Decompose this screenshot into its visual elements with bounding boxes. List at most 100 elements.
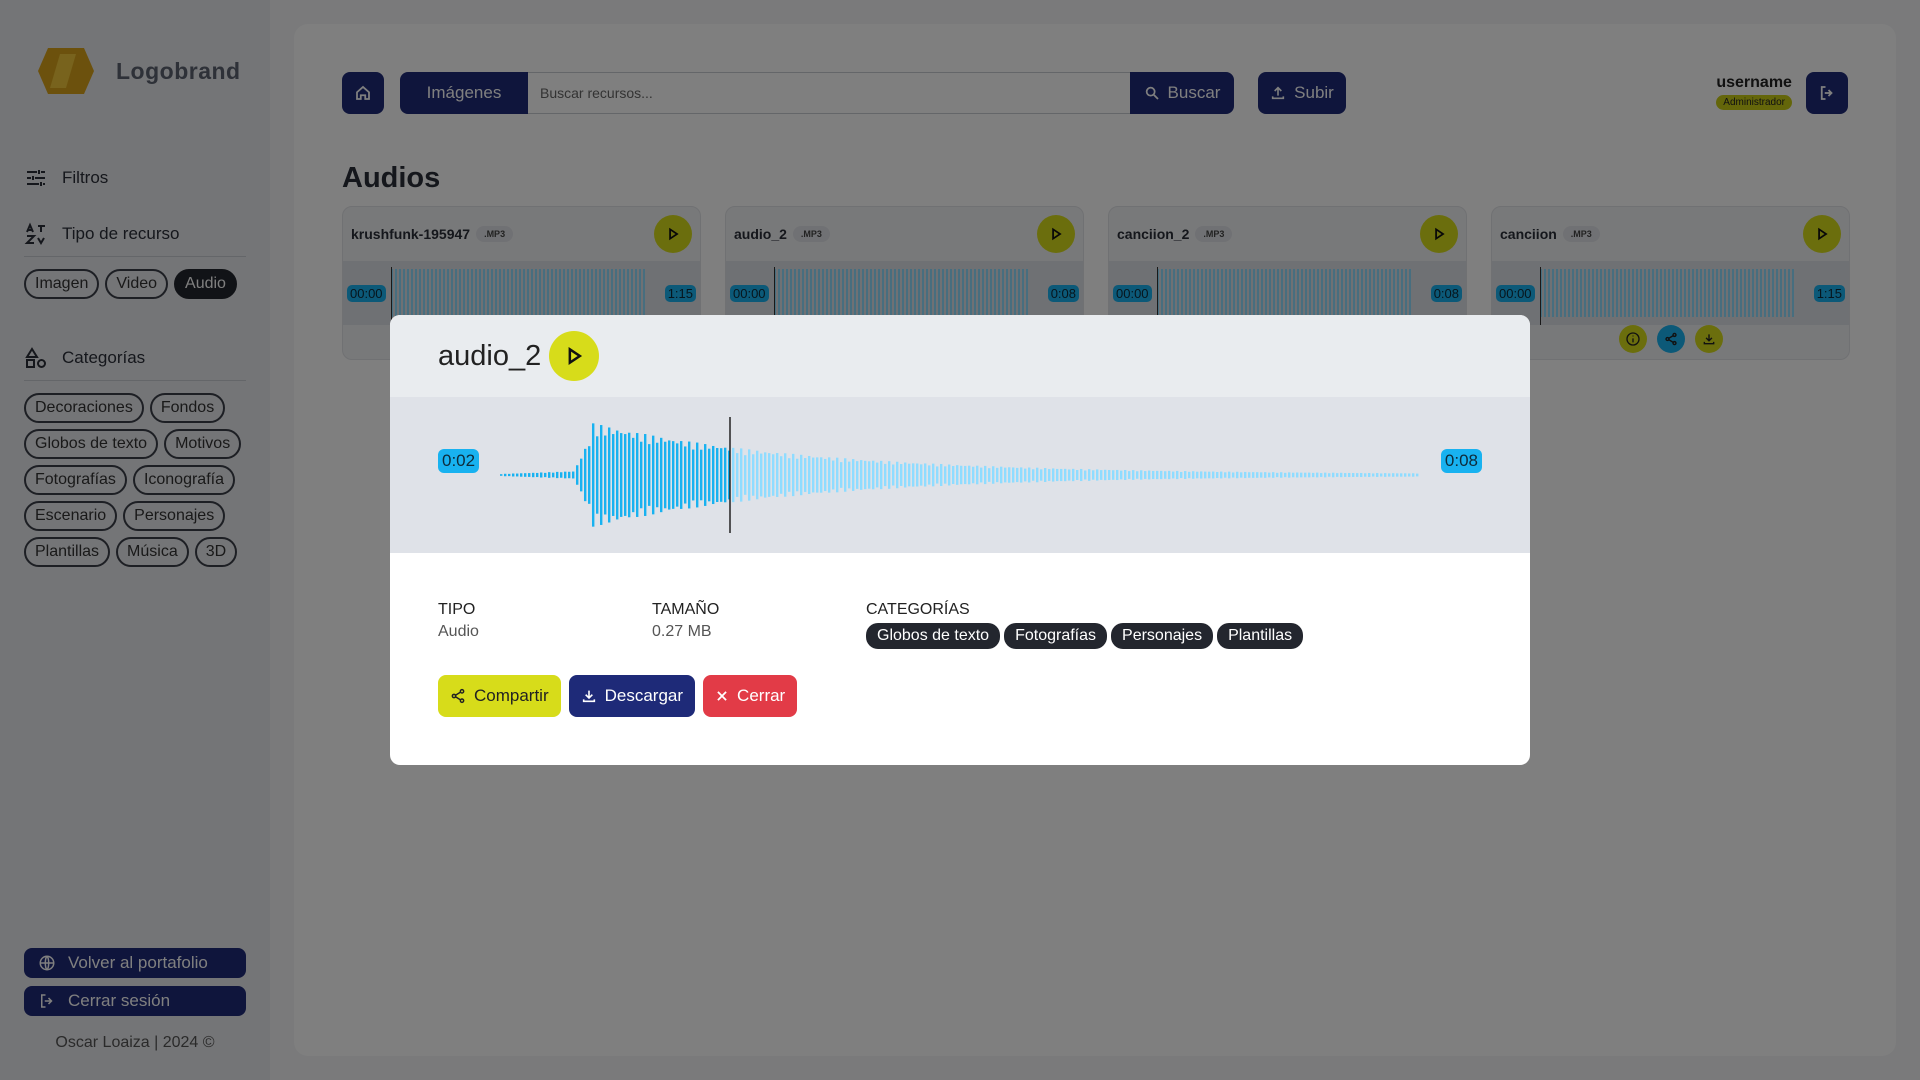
waveform-bar	[880, 460, 883, 490]
modal-title: audio_2	[438, 339, 542, 372]
waveform-bar	[548, 472, 551, 478]
waveform-bar	[544, 472, 547, 478]
waveform-bar	[1372, 473, 1375, 477]
close-button-label: Cerrar	[737, 686, 786, 705]
waveform-bar	[836, 457, 839, 493]
waveform-bar	[1104, 469, 1107, 481]
waveform-bar	[976, 465, 979, 485]
waveform-bar	[892, 464, 895, 486]
waveform-bar	[1096, 469, 1099, 481]
waveform-bar	[1268, 472, 1271, 478]
waveform-bar	[1340, 472, 1343, 478]
waveform-bar	[516, 473, 519, 477]
waveform-bar	[764, 452, 767, 498]
modal-actions: Compartir Descargar Cerrar	[438, 675, 798, 717]
waveform-bar	[584, 448, 587, 502]
waveform-bar	[1056, 468, 1059, 482]
waveform-bar	[988, 468, 991, 482]
waveform-bar	[1148, 470, 1151, 480]
waveform-bar	[732, 447, 735, 503]
waveform-bar	[504, 473, 507, 477]
category-tags: Globos de texto Fotografías Personajes Plan…	[866, 623, 1304, 649]
download-button[interactable]: Descargar	[568, 675, 696, 717]
waveform-bar	[924, 463, 927, 487]
waveform-bar	[636, 433, 639, 517]
waveform-bar	[940, 463, 943, 486]
waveform-bar	[936, 466, 939, 484]
waveform-bar	[684, 446, 687, 504]
waveform-bar	[712, 445, 715, 505]
waveform-bar	[720, 448, 723, 502]
waveform-bar	[992, 466, 995, 484]
waveform-bar	[632, 437, 635, 513]
waveform-bar	[1080, 468, 1083, 482]
waveform-bar	[1052, 468, 1055, 482]
download-icon	[582, 690, 595, 703]
waveform-bar	[1060, 468, 1063, 482]
waveform-bar	[644, 434, 647, 516]
type-info: TIPO Audio	[438, 601, 652, 649]
waveform-bar	[628, 432, 631, 518]
waveform-bar	[672, 441, 675, 509]
waveform-bar	[1388, 473, 1391, 477]
waveform-bar	[1048, 469, 1051, 481]
waveform-player[interactable]: 0:02 0:08	[390, 397, 1530, 553]
category-tag: Fotografías	[1004, 623, 1108, 649]
waveform-bar	[956, 465, 959, 485]
modal-play-button[interactable]	[549, 331, 600, 381]
waveform-bar	[564, 471, 567, 479]
waveform-bar	[900, 464, 903, 486]
waveform-bar	[664, 441, 667, 509]
waveform-bar	[1272, 472, 1275, 478]
waveform-bar	[776, 453, 779, 497]
waveform-bar	[884, 463, 887, 487]
waveform-bar	[552, 472, 555, 478]
waveform-bar	[788, 458, 791, 492]
waveform-bar	[724, 447, 727, 503]
waveform-bar	[1284, 472, 1287, 478]
waveform-bar	[1360, 472, 1363, 478]
size-info: TAMAÑO 0.27 MB	[652, 601, 866, 649]
waveform-bar	[588, 446, 591, 504]
waveform-bar	[852, 459, 855, 491]
current-time: 0:02	[438, 449, 480, 473]
waveform-bar	[1256, 472, 1259, 478]
waveform-bar	[984, 465, 987, 485]
waveform-bar	[1136, 471, 1139, 479]
waveform-bar	[1120, 470, 1123, 480]
waveform-bar	[704, 444, 707, 506]
waveform-bar	[1376, 473, 1379, 477]
waveform-bar	[908, 463, 911, 487]
waveform-bar	[1088, 469, 1091, 481]
waveform-bar	[1216, 472, 1219, 479]
waveform-bar	[1032, 469, 1035, 481]
share-icon	[451, 688, 465, 704]
waveform-bar	[1028, 467, 1031, 483]
waveform-bar	[752, 454, 755, 496]
waveform-bar	[832, 460, 835, 490]
waveform-bar	[1016, 467, 1019, 483]
waveform-bar	[656, 442, 659, 508]
category-tag: Globos de texto	[866, 623, 1001, 649]
waveform[interactable]	[500, 417, 1420, 533]
waveform-bar	[948, 464, 951, 486]
waveform-bar	[668, 440, 671, 510]
size-label: TAMAÑO	[652, 601, 720, 618]
waveform-bar	[820, 457, 823, 493]
waveform-bar	[972, 466, 975, 484]
waveform-bar	[844, 458, 847, 492]
waveform-bar	[1292, 472, 1295, 478]
waveform-bar	[1392, 473, 1395, 477]
share-button[interactable]: Compartir	[438, 675, 561, 717]
waveform-bar	[1300, 472, 1303, 478]
waveform-bar	[680, 441, 683, 509]
waveform-bar	[608, 427, 611, 523]
close-button[interactable]: Cerrar	[703, 675, 798, 717]
waveform-bar	[1132, 470, 1135, 480]
waveform-bar	[1348, 472, 1351, 478]
waveform-bar	[952, 465, 955, 485]
waveform-bar	[1008, 467, 1011, 483]
waveform-bar	[1368, 472, 1371, 478]
waveform-bar	[1044, 468, 1047, 482]
waveform-bar	[1384, 473, 1387, 477]
